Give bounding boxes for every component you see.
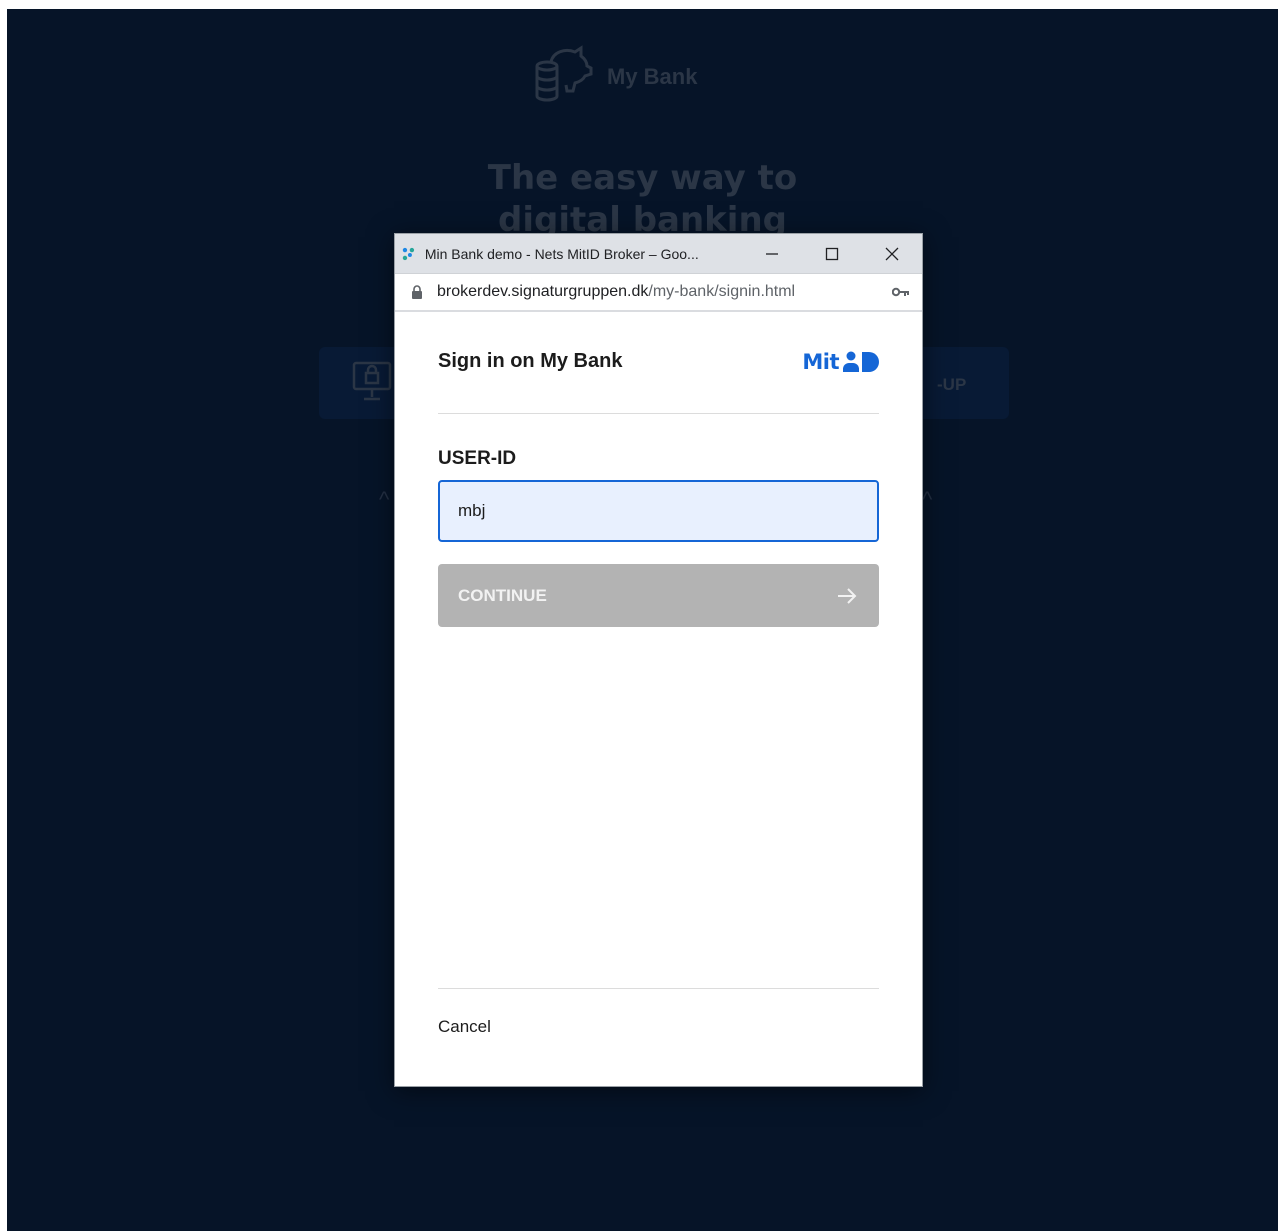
minimize-icon <box>766 252 778 255</box>
key-icon[interactable] <box>892 287 910 297</box>
continue-label: CONTINUE <box>458 585 547 605</box>
close-icon <box>885 247 899 260</box>
background-left-strip <box>0 9 7 564</box>
signin-content: Sign in on My Bank Mit USER-ID CONTINUE <box>395 336 922 627</box>
close-button[interactable] <box>862 234 922 274</box>
background-chevron-left-icon: ^ <box>379 487 390 512</box>
maximize-button[interactable] <box>802 234 862 274</box>
arrow-right-icon <box>838 587 857 604</box>
window-title: Min Bank demo - Nets MitID Broker – Goo.… <box>424 245 699 262</box>
mitid-logo-mark-icon <box>843 351 879 372</box>
background-brand-name: My Bank <box>607 64 698 89</box>
address-host: brokerdev.signaturgruppen.dk <box>437 283 649 300</box>
mitid-logo: Mit <box>802 350 879 374</box>
window-controls <box>742 234 922 274</box>
computer-lock-icon <box>352 361 392 408</box>
cancel-link[interactable]: Cancel <box>438 1017 491 1037</box>
userid-input[interactable] <box>438 480 879 542</box>
address-path: /my-bank/signin.html <box>648 283 796 300</box>
background-headline: The easy way to digital banking <box>7 157 1278 241</box>
signin-footer: Cancel <box>438 988 879 1037</box>
minimize-button[interactable] <box>742 234 802 274</box>
address-bar[interactable]: brokerdev.signaturgruppen.dk/my-bank/sig… <box>395 274 922 312</box>
mitid-favicon-icon <box>402 247 415 260</box>
userid-label: USER-ID <box>438 448 517 469</box>
window-titlebar[interactable]: Min Bank demo - Nets MitID Broker – Goo.… <box>395 234 922 274</box>
continue-button[interactable]: CONTINUE <box>438 564 879 627</box>
headline-line-1: The easy way to <box>487 158 798 198</box>
piggy-bank-icon <box>535 45 593 102</box>
signin-popup-window: Min Bank demo - Nets MitID Broker – Goo.… <box>394 233 923 1087</box>
mitid-logo-text: Mit <box>802 349 839 374</box>
page-title: Sign in on My Bank <box>438 350 623 372</box>
lock-icon <box>412 285 422 299</box>
background-brand: My Bank <box>527 42 697 112</box>
background-chevron-right-icon: ^ <box>922 487 933 512</box>
signin-header: Sign in on My Bank Mit <box>438 336 879 414</box>
address-url[interactable]: brokerdev.signaturgruppen.dk/my-bank/sig… <box>437 283 795 301</box>
background-signup-fragment: -UP <box>937 375 967 394</box>
maximize-icon <box>825 247 839 260</box>
